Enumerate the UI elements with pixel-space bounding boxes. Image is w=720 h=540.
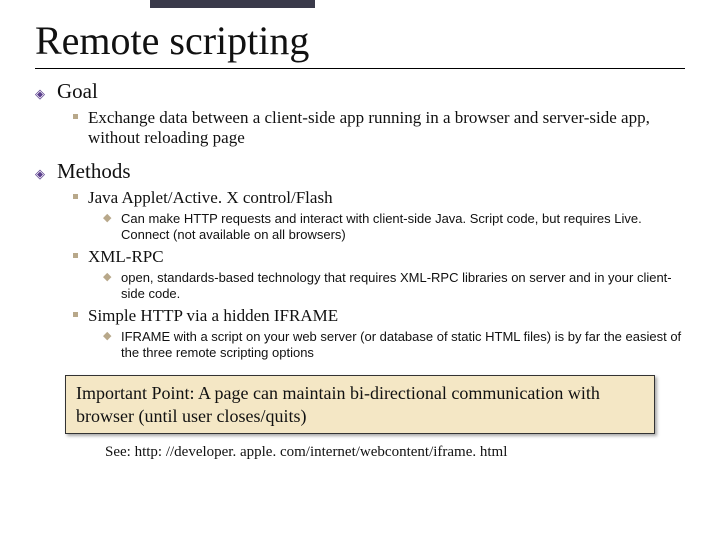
method-label: Simple HTTP via a hidden IFRAME (88, 306, 338, 326)
method-detail: ◆ IFRAME with a script on your web serve… (103, 329, 685, 362)
method-item: Java Applet/Active. X control/Flash (73, 188, 685, 208)
title-container: Remote scripting (35, 20, 685, 69)
slide: Remote scripting ◈ Goal Exchange data be… (0, 0, 720, 540)
method-detail-text: Can make HTTP requests and interact with… (121, 211, 685, 244)
section-label: Goal (57, 79, 98, 104)
callout-text: Important Point: A page can maintain bi-… (76, 382, 644, 427)
diamond-bullet-icon: ◈ (35, 167, 49, 181)
small-diamond-bullet-icon: ◆ (103, 329, 113, 343)
method-item: XML-RPC (73, 247, 685, 267)
method-detail-text: open, standards-based technology that re… (121, 270, 685, 303)
diamond-bullet-icon: ◈ (35, 87, 49, 101)
square-bullet-icon (73, 312, 78, 317)
method-label: Java Applet/Active. X control/Flash (88, 188, 333, 208)
small-diamond-bullet-icon: ◆ (103, 211, 113, 225)
slide-title: Remote scripting (35, 20, 685, 62)
method-detail: ◆ Can make HTTP requests and interact wi… (103, 211, 685, 244)
goal-text: Exchange data between a client-side app … (88, 108, 685, 149)
section-goal: ◈ Goal (35, 79, 685, 104)
section-label: Methods (57, 159, 131, 184)
small-diamond-bullet-icon: ◆ (103, 270, 113, 284)
method-detail: ◆ open, standards-based technology that … (103, 270, 685, 303)
decorative-top-bar (150, 0, 315, 8)
section-methods: ◈ Methods (35, 159, 685, 184)
method-detail-text: IFRAME with a script on your web server … (121, 329, 685, 362)
square-bullet-icon (73, 253, 78, 258)
goal-item: Exchange data between a client-side app … (73, 108, 685, 149)
important-callout: Important Point: A page can maintain bi-… (65, 375, 655, 434)
method-item: Simple HTTP via a hidden IFRAME (73, 306, 685, 326)
square-bullet-icon (73, 114, 78, 119)
square-bullet-icon (73, 194, 78, 199)
reference-line: See: http: //developer. apple. com/inter… (105, 444, 685, 461)
method-label: XML-RPC (88, 247, 164, 267)
